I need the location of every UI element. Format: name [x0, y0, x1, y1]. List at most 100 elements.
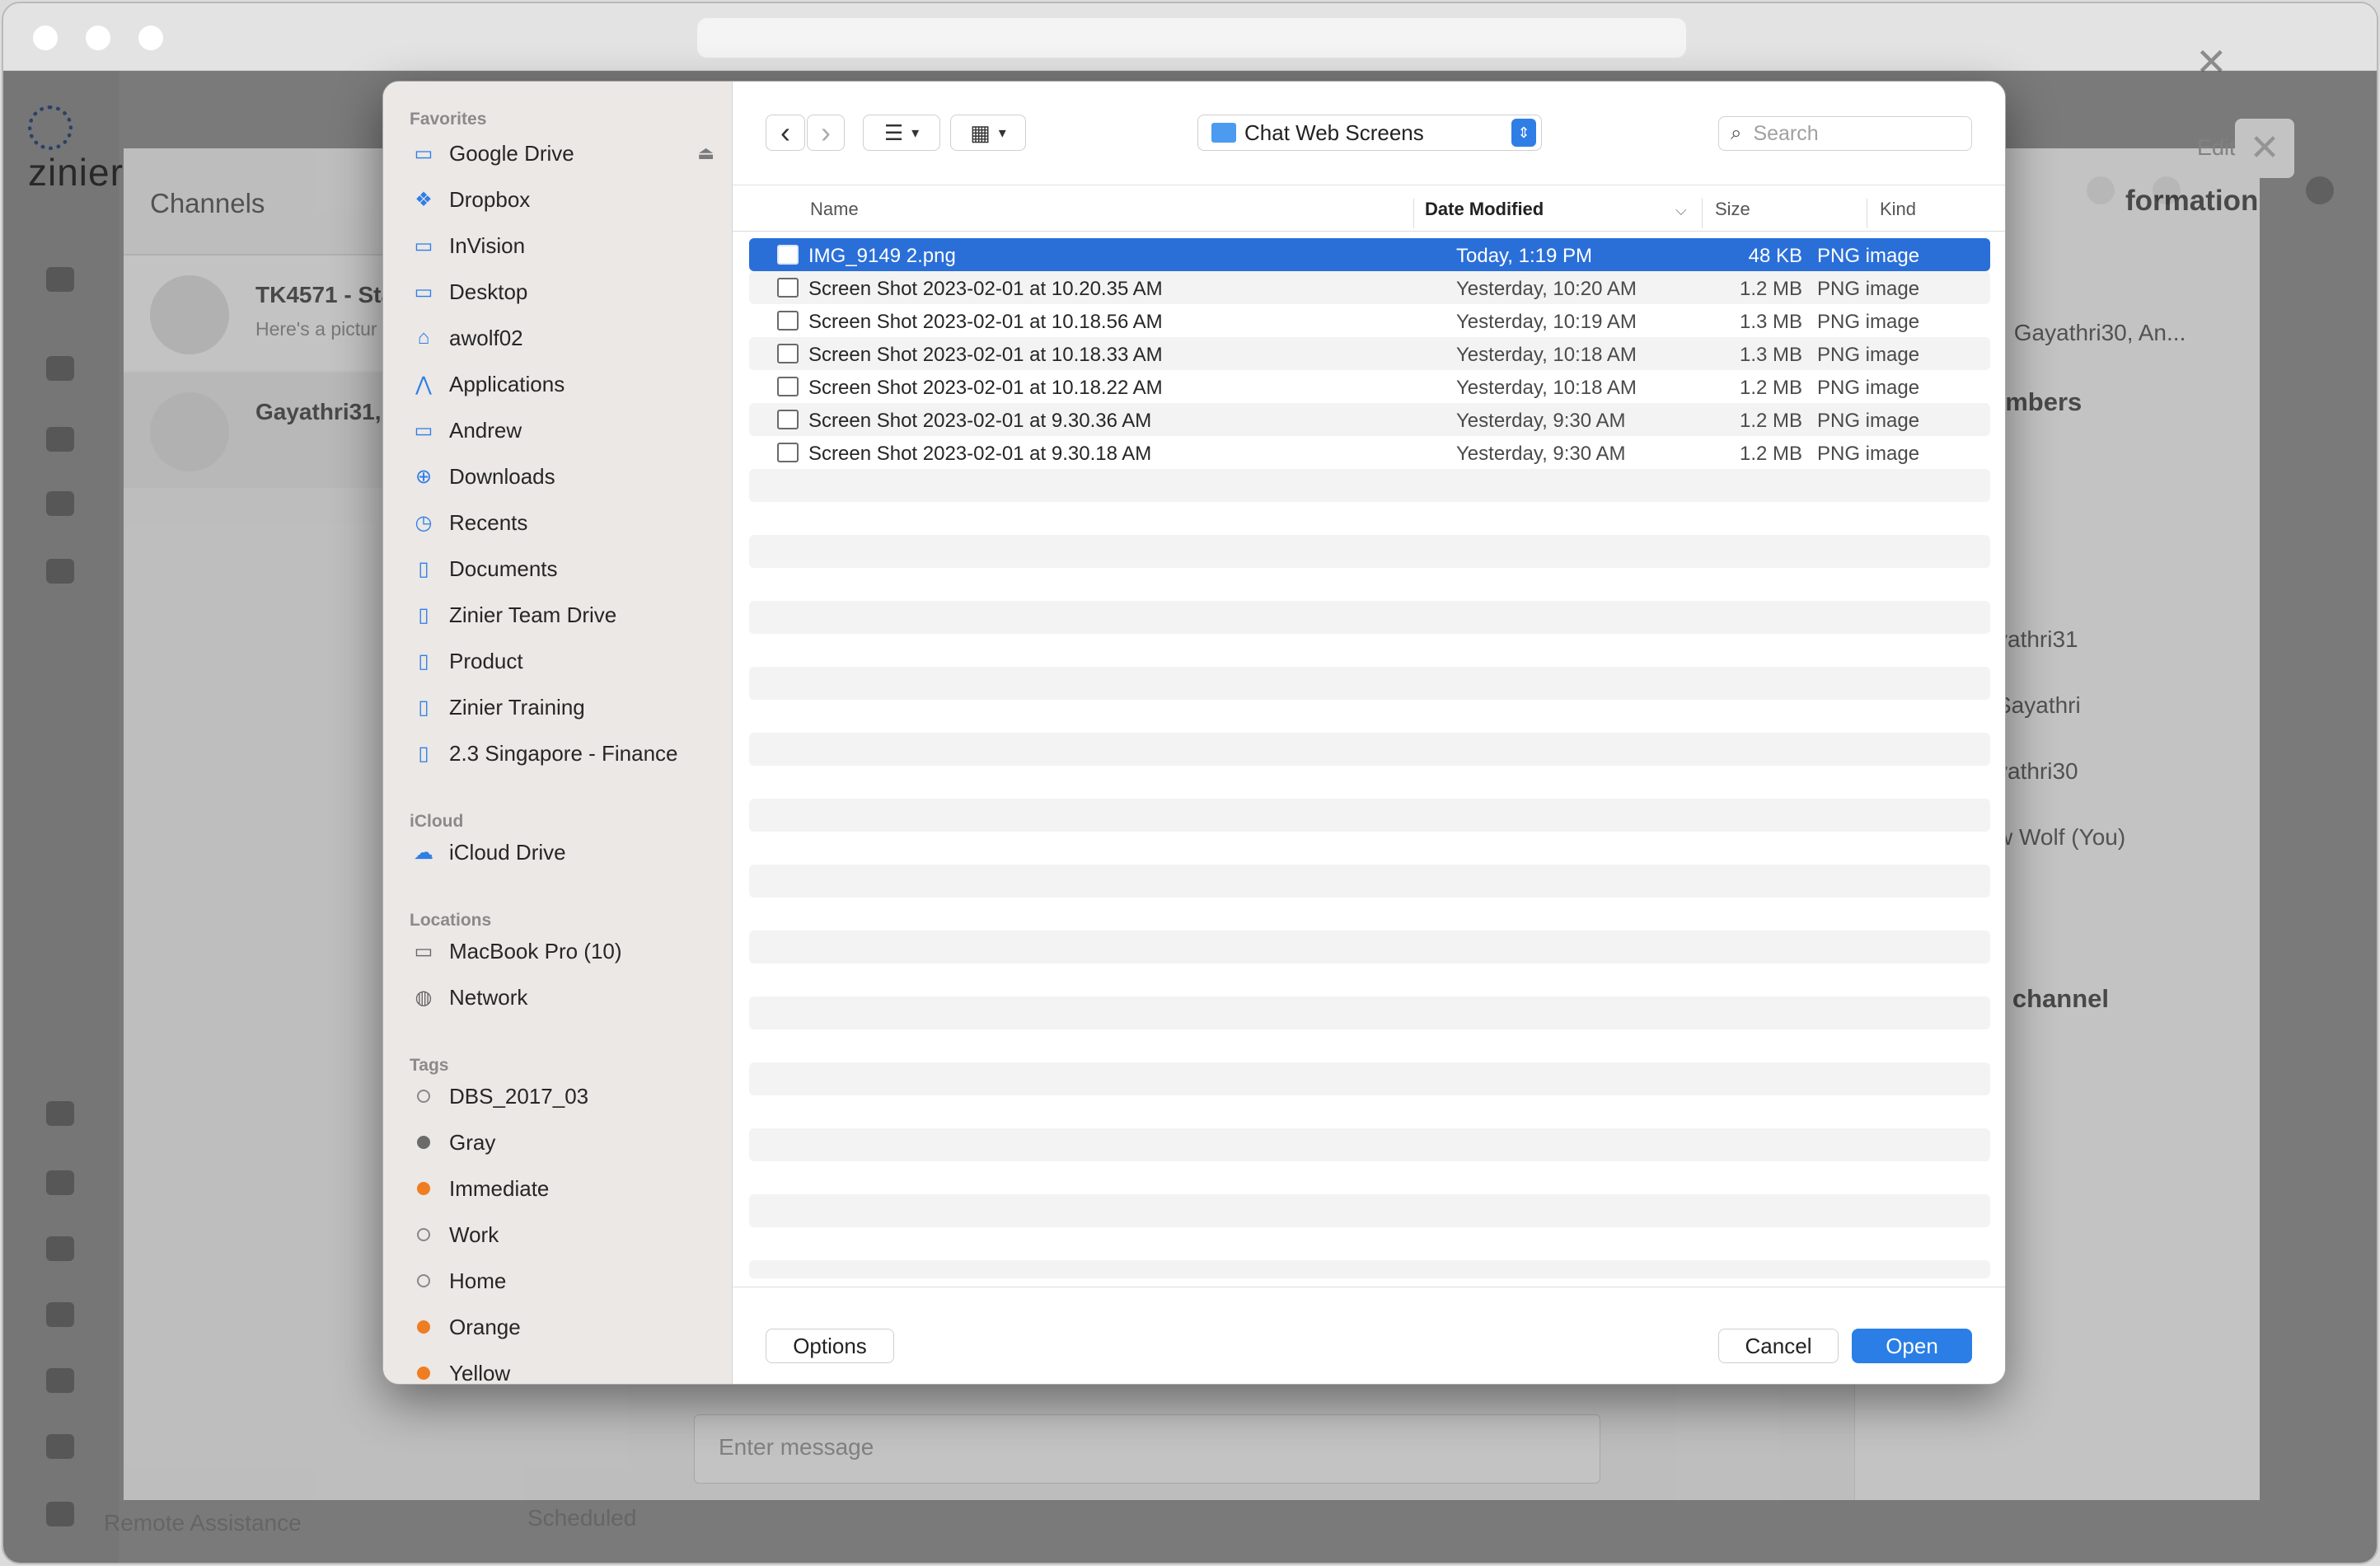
browser-window: zinier Channels TK4571 - Sta Her	[2, 2, 2378, 1564]
sidebar-item-product[interactable]: ▯ Product	[410, 640, 714, 682]
sidebar-item-andrew[interactable]: ▭ Andrew	[410, 410, 714, 451]
member-item[interactable]: yathri30	[1996, 758, 2078, 785]
member-item[interactable]: w Wolf (You)	[1996, 824, 2125, 851]
sidebar-item-label: Recents	[449, 509, 528, 535]
folder-icon	[1211, 123, 1236, 143]
options-button[interactable]: Options	[766, 1329, 894, 1363]
sidebar-item-label: awolf02	[449, 325, 523, 350]
sidebar-item-awolf02[interactable]: ⌂ awolf02	[410, 317, 714, 359]
empty-row	[749, 1260, 1990, 1278]
sidebar-item-label: Zinier Training	[449, 694, 585, 720]
list-view-button[interactable]: ☰ ▾	[863, 115, 940, 151]
document-icon: ▯	[418, 696, 429, 719]
nav-remote-assistance[interactable]: Remote Assistance	[104, 1510, 302, 1536]
file-row[interactable]: IMG_9149 2.png Today, 1:19 PM 48 KB PNG ima…	[749, 238, 1990, 271]
document-icon: ▯	[418, 742, 429, 765]
eject-icon[interactable]: ⏏	[697, 143, 714, 164]
sidebar-item-zinier-team-drive[interactable]: ▯ Zinier Team Drive	[410, 594, 714, 635]
column-size[interactable]: Size	[1715, 199, 1750, 220]
sidebar-tag-orange[interactable]: Orange	[410, 1306, 714, 1348]
empty-row	[749, 799, 1990, 832]
search-field[interactable]: ⌕ Search	[1718, 116, 1972, 151]
column-divider	[1702, 199, 1703, 228]
sidebar-item-label: Google Drive	[449, 140, 574, 166]
grid-view-button[interactable]: ▦ ▾	[950, 115, 1026, 151]
image-file-icon	[777, 245, 799, 265]
channel-preview: Here's a pictur	[255, 318, 377, 340]
empty-row	[749, 996, 1990, 1029]
empty-row	[749, 1062, 1990, 1095]
file-row[interactable]: Screen Shot 2023-02-01 at 9.30.18 AM Yest…	[749, 436, 1990, 469]
file-name: Screen Shot 2023-02-01 at 10.18.56 AM	[808, 311, 1163, 333]
column-divider	[1413, 199, 1414, 228]
file-size: 1.3 MB	[1739, 344, 1802, 366]
member-item[interactable]: Sayathri	[1996, 692, 2081, 719]
sidebar-tag-work[interactable]: Work	[410, 1214, 714, 1255]
sidebar-item-applications[interactable]: ⋀ Applications	[410, 363, 714, 405]
cancel-button[interactable]: Cancel	[1718, 1329, 1839, 1363]
image-file-icon	[777, 377, 799, 396]
sidebar-item-documents[interactable]: ▯ Documents	[410, 548, 714, 589]
file-size: 48 KB	[1748, 245, 1802, 267]
sidebar-item-dropbox[interactable]: ❖ Dropbox	[410, 179, 714, 220]
sidebar-item-label: Dropbox	[449, 186, 531, 212]
sort-chevron-icon: ⌵	[1675, 202, 1687, 218]
sidebar-item-network[interactable]: ◍ Network	[410, 977, 714, 1018]
column-kind[interactable]: Kind	[1880, 199, 1916, 220]
column-date-modified[interactable]: Date Modified	[1425, 199, 1544, 220]
forward-button[interactable]: ›	[807, 115, 845, 151]
list-view-icon: ☰	[883, 120, 904, 145]
file-row[interactable]: Screen Shot 2023-02-01 at 10.18.33 AM Yes…	[749, 337, 1990, 370]
member-item[interactable]: yathri31	[1996, 626, 2078, 653]
empty-row	[749, 733, 1990, 766]
sidebar-item-label: Applications	[449, 371, 565, 396]
document-icon: ▯	[418, 603, 429, 626]
empty-row	[749, 1128, 1990, 1161]
sidebar-item-zinier-training[interactable]: ▯ Zinier Training	[410, 687, 714, 728]
sidebar-tag-gray[interactable]: Gray	[410, 1122, 714, 1163]
sidebar-item-recents[interactable]: ◷ Recents	[410, 502, 714, 543]
leave-channel-button[interactable]: e channel	[1991, 984, 2109, 1014]
column-name[interactable]: Name	[810, 199, 859, 220]
message-placeholder: Enter message	[719, 1434, 874, 1460]
file-name: Screen Shot 2023-02-01 at 9.30.36 AM	[808, 410, 1152, 432]
edit-link[interactable]: Edit	[2197, 135, 2236, 161]
channel-name: TK4571 - Sta	[255, 282, 395, 307]
file-row[interactable]: Screen Shot 2023-02-01 at 10.18.56 AM Yes…	[749, 304, 1990, 337]
close-icon[interactable]: ✕	[2235, 119, 2294, 178]
sidebar-item-macbook-pro[interactable]: ▭ MacBook Pro (10)	[410, 931, 714, 972]
sidebar-item-label: Documents	[449, 556, 558, 581]
sidebar-tag-yellow[interactable]: Yellow	[410, 1353, 714, 1384]
location-popup[interactable]: Chat Web Screens ⇕	[1197, 115, 1542, 151]
close-icon[interactable]: ✕	[2195, 40, 2228, 84]
file-row[interactable]: Screen Shot 2023-02-01 at 10.18.22 AM Yes…	[749, 370, 1990, 403]
sidebar-item-label: iCloud Drive	[449, 839, 566, 865]
sidebar-item-icloud-drive[interactable]: ☁ iCloud Drive	[410, 832, 714, 873]
sidebar-item-invision[interactable]: ▭ InVision	[410, 225, 714, 266]
sidebar-tag-home[interactable]: Home	[410, 1260, 714, 1301]
file-row[interactable]: Screen Shot 2023-02-01 at 9.30.36 AM Yest…	[749, 403, 1990, 436]
file-date: Yesterday, 9:30 AM	[1456, 410, 1626, 432]
channel-member-names: i, Gayathri30, An...	[1996, 320, 2186, 345]
tag-icon	[410, 1084, 438, 1109]
location-label: Chat Web Screens	[1244, 120, 1424, 145]
sidebar-item-downloads[interactable]: ⊕ Downloads	[410, 456, 714, 497]
file-name: Screen Shot 2023-02-01 at 10.18.22 AM	[808, 377, 1163, 399]
sidebar-item-singapore-finance[interactable]: ▯ 2.3 Singapore - Finance	[410, 733, 714, 774]
back-button[interactable]: ‹	[766, 115, 805, 151]
file-name: Screen Shot 2023-02-01 at 9.30.18 AM	[808, 443, 1152, 465]
open-button[interactable]: Open	[1852, 1329, 1972, 1363]
sidebar-item-google-drive[interactable]: ▭ Google Drive ⏏	[410, 133, 714, 174]
file-row[interactable]: Screen Shot 2023-02-01 at 10.20.35 AM Yes…	[749, 271, 1990, 304]
sidebar-item-desktop[interactable]: ▭ Desktop	[410, 271, 714, 312]
cloud-icon: ☁	[414, 841, 433, 864]
file-open-dialog: Favorites ▭ Google Drive ⏏ ❖ Dropbox ▭ InVis…	[382, 81, 2006, 1385]
tag-icon	[410, 1315, 438, 1339]
info-title: formation	[2125, 185, 2259, 217]
desktop-icon: ▭	[414, 280, 433, 303]
file-kind: PNG image	[1817, 443, 1920, 465]
file-name: Screen Shot 2023-02-01 at 10.18.33 AM	[808, 344, 1163, 366]
sidebar-tag-dbs[interactable]: DBS_2017_03	[410, 1076, 714, 1117]
folder-icon: ▭	[414, 419, 433, 442]
sidebar-tag-immediate[interactable]: Immediate	[410, 1168, 714, 1209]
